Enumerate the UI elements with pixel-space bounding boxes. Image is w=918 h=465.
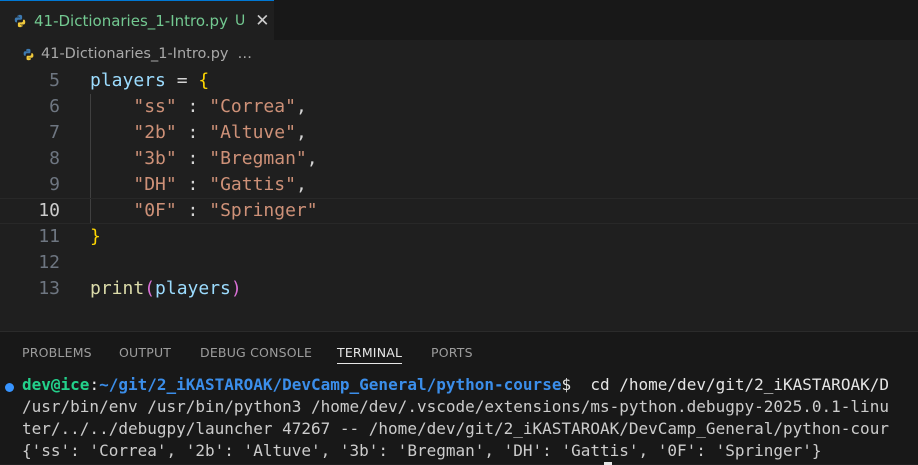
code-brace: {	[198, 70, 210, 91]
dict-sep: :	[176, 148, 210, 169]
tab-output[interactable]: OUTPUT	[119, 345, 171, 360]
code-variable: players	[90, 70, 166, 91]
code-paren: )	[230, 278, 242, 299]
tab-ports[interactable]: PORTS	[431, 345, 473, 360]
line-number: 5	[49, 70, 60, 91]
code-brace: }	[90, 226, 101, 247]
dict-key: "ss"	[133, 96, 177, 117]
terminal-command: cd /home/dev/git/2_iKASTAROAK/D	[571, 375, 889, 394]
breadcrumb-file[interactable]: 41-Dictionaries_1-Intro.py	[41, 46, 229, 62]
code-editor[interactable]: 5 players = { 6 "ss" : "Correa", 7 "2b" …	[0, 68, 918, 330]
terminal-line: ter/../../debugpy/launcher 47267 -- /hom…	[22, 419, 889, 438]
terminal-prompt: $	[561, 375, 572, 394]
dict-comma: ,	[306, 148, 318, 169]
breadcrumb: 41-Dictionaries_1-Intro.py …	[0, 40, 918, 68]
dict-value: "Correa"	[209, 96, 296, 117]
python-file-icon	[14, 14, 26, 27]
line-number: 13	[38, 278, 60, 299]
command-status-dot-icon[interactable]	[5, 383, 14, 392]
dict-key: "0F"	[133, 200, 177, 221]
dict-value: "Springer"	[209, 200, 318, 221]
line-number: 12	[38, 252, 60, 273]
dict-value: "Gattis"	[209, 174, 296, 195]
code-line: 6 "ss" : "Correa",	[0, 94, 918, 120]
tab-problems[interactable]: PROBLEMS	[22, 345, 92, 360]
dict-comma: ,	[295, 96, 307, 117]
dict-value: "Altuve"	[209, 122, 296, 143]
tab-terminal[interactable]: TERMINAL	[337, 345, 403, 364]
code-line: 11 }	[0, 224, 918, 250]
dict-sep: :	[176, 122, 210, 143]
terminal-line: {'ss': 'Correa', '2b': 'Altuve', '3b': '…	[22, 441, 822, 460]
dict-sep: :	[176, 200, 210, 221]
code-operator: =	[165, 70, 199, 91]
terminal-line: /usr/bin/env /usr/bin/python3 /home/dev/…	[22, 397, 889, 416]
editor-tab-active[interactable]: 41-Dictionaries_1-Intro.py U ✕	[0, 0, 274, 40]
code-line: 5 players = {	[0, 68, 918, 94]
code-variable: players	[155, 278, 231, 299]
python-file-icon	[23, 48, 34, 60]
line-number: 10	[38, 200, 60, 221]
line-number: 6	[49, 96, 60, 117]
terminal-path: ~/git/2_iKASTAROAK/DevCamp_General/pytho…	[99, 375, 562, 394]
panel-tabs: PROBLEMS OUTPUT DEBUG CONSOLE TERMINAL P…	[0, 332, 918, 372]
line-number: 7	[49, 122, 60, 143]
dict-key: "3b"	[133, 148, 177, 169]
tab-debug-console[interactable]: DEBUG CONSOLE	[200, 345, 312, 360]
line-number: 11	[38, 226, 60, 247]
dict-comma: ,	[295, 174, 307, 195]
dict-key: "DH"	[133, 174, 177, 195]
code-line: 8 "3b" : "Bregman",	[0, 146, 918, 172]
code-function: print	[90, 278, 145, 299]
code-line-current: 10 "0F" : "Springer"	[0, 198, 918, 224]
code-line: 7 "2b" : "Altuve",	[0, 120, 918, 146]
tab-title: 41-Dictionaries_1-Intro.py	[34, 11, 228, 30]
code-line: 9 "DH" : "Gattis",	[0, 172, 918, 198]
code-line: 13 print(players)	[0, 276, 918, 302]
code-line: 12	[0, 250, 918, 276]
editor-tab-bar: 41-Dictionaries_1-Intro.py U ✕	[0, 0, 918, 40]
code-paren: (	[144, 278, 156, 299]
dict-sep: :	[176, 96, 210, 117]
dict-comma: ,	[295, 122, 307, 143]
close-icon[interactable]: ✕	[255, 11, 269, 31]
terminal-line: dev@ice:~/git/2_iKASTAROAK/DevCamp_Gener…	[22, 374, 889, 396]
dict-sep: :	[176, 174, 210, 195]
dict-value: "Bregman"	[209, 148, 307, 169]
bottom-panel: PROBLEMS OUTPUT DEBUG CONSOLE TERMINAL P…	[0, 331, 918, 465]
terminal-colon: :	[89, 375, 100, 394]
terminal[interactable]: dev@ice:~/git/2_iKASTAROAK/DevCamp_Gener…	[0, 372, 918, 465]
untracked-badge: U	[234, 12, 246, 29]
breadcrumb-more[interactable]: …	[238, 46, 253, 62]
dict-key: "2b"	[133, 122, 177, 143]
line-number: 8	[49, 148, 60, 169]
terminal-user: dev@ice	[22, 375, 90, 394]
line-number: 9	[49, 174, 60, 195]
